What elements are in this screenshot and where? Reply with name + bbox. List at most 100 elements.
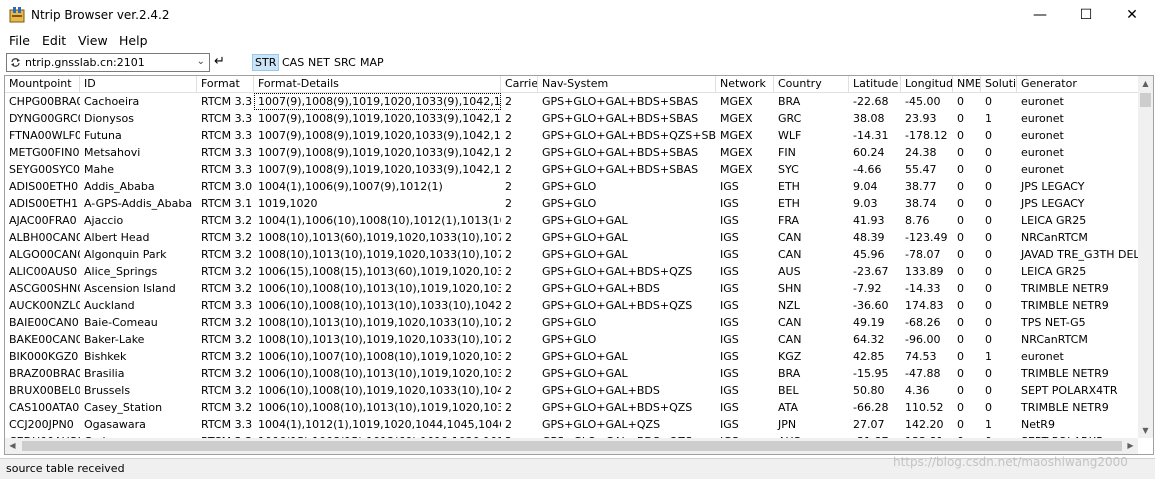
cell-country[interactable]: AUS [774, 263, 849, 280]
cell-id[interactable]: Ogasawara [80, 416, 197, 433]
cell-format-details[interactable]: 1006(10),1008(10),1013(10),1019,1020,103… [254, 280, 501, 297]
cell-solution[interactable]: 0 [981, 246, 1017, 263]
cell-latitude[interactable]: 50.80 [849, 382, 901, 399]
cell-generator[interactable]: TRIMBLE NETR9 [1017, 365, 1140, 382]
cell-country[interactable]: ATA [774, 399, 849, 416]
cell-longitude[interactable]: -123.49 [901, 229, 953, 246]
cell-carrier[interactable]: 2 [501, 280, 538, 297]
table-row[interactable]: BRAZ00BRA0 Brasilia RTCM 3.2 1006(10),1008(… [5, 365, 1140, 382]
cell-longitude[interactable]: -78.07 [901, 246, 953, 263]
cell-longitude[interactable]: -14.33 [901, 280, 953, 297]
cell-carrier[interactable]: 2 [501, 195, 538, 212]
cell-latitude[interactable]: -4.66 [849, 161, 901, 178]
cell-format[interactable]: RTCM 3.3 [197, 416, 254, 433]
cell-nmea[interactable]: 0 [953, 195, 981, 212]
cell-country[interactable]: CAN [774, 229, 849, 246]
cell-mountpoint[interactable]: ALBH00CAN0 [5, 229, 80, 246]
column-header-country[interactable]: Country [774, 76, 849, 92]
cell-mountpoint[interactable]: METG00FIN0 [5, 144, 80, 161]
cell-network[interactable]: IGS [716, 297, 774, 314]
cell-id[interactable]: Futuna [80, 127, 197, 144]
menu-view[interactable]: View [78, 33, 108, 48]
cell-solution[interactable]: 0 [981, 399, 1017, 416]
cell-longitude[interactable]: -96.00 [901, 331, 953, 348]
menu-file[interactable]: File [9, 33, 30, 48]
table-row[interactable]: METG00FIN0 Metsahovi RTCM 3.3 1007(9),1008(… [5, 144, 1140, 161]
cell-format[interactable]: RTCM 3.2 [197, 382, 254, 399]
cell-carrier[interactable]: 2 [501, 127, 538, 144]
cell-network[interactable]: MGEX [716, 110, 774, 127]
cell-carrier[interactable]: 2 [501, 144, 538, 161]
column-header-network[interactable]: Network [716, 76, 774, 92]
cell-mountpoint[interactable]: CAS100ATA0 [5, 399, 80, 416]
cell-id[interactable]: Mahe [80, 161, 197, 178]
table-row[interactable]: BAIE00CAN0 Baie-Comeau RTCM 3.2 1008(10),10… [5, 314, 1140, 331]
cell-generator[interactable]: NRCanRTCM [1017, 229, 1140, 246]
cell-format[interactable]: RTCM 3.3 [197, 161, 254, 178]
horizontal-scroll-thumb[interactable] [22, 441, 1122, 451]
cell-carrier[interactable]: 2 [501, 246, 538, 263]
cell-format-details[interactable]: 1006(10),1008(10),1013(10),1019,1020,103… [254, 365, 501, 382]
source-table[interactable]: MountpointIDFormatFormat-DetailsCarrierN… [4, 75, 1154, 455]
cell-longitude[interactable]: 23.93 [901, 110, 953, 127]
cell-format-details[interactable]: 1004(1),1006(9),1007(9),1012(1) [254, 178, 501, 195]
cell-format-details[interactable]: 1007(9),1008(9),1019,1020,1033(9),1042,1… [254, 110, 501, 127]
cell-nav-system[interactable]: GPS+GLO+GAL [538, 212, 716, 229]
table-row[interactable]: BRUX00BEL0 Brussels RTCM 3.2 1006(10),1008(… [5, 382, 1140, 399]
cell-id[interactable]: Brussels [80, 382, 197, 399]
cell-format[interactable]: RTCM 3.3 [197, 127, 254, 144]
cell-nmea[interactable]: 0 [953, 229, 981, 246]
cell-longitude[interactable]: -178.12 [901, 127, 953, 144]
cell-carrier[interactable]: 2 [501, 93, 538, 110]
cell-nmea[interactable]: 0 [953, 127, 981, 144]
cell-mountpoint[interactable]: ASCG00SHN0 [5, 280, 80, 297]
cell-generator[interactable]: euronet [1017, 127, 1140, 144]
cell-latitude[interactable]: 9.04 [849, 178, 901, 195]
cell-latitude[interactable]: 48.39 [849, 229, 901, 246]
table-row[interactable]: ALGO00CAN0 Algonquin Park RTCM 3.2 1008(10)… [5, 246, 1140, 263]
column-header-mountpoint[interactable]: Mountpoint [5, 76, 80, 92]
cell-mountpoint[interactable]: FTNA00WLF0 [5, 127, 80, 144]
cell-latitude[interactable]: -15.95 [849, 365, 901, 382]
cell-format[interactable]: RTCM 3.2 [197, 280, 254, 297]
caster-address[interactable]: ntrip.gnsslab.cn:2101 [25, 56, 145, 69]
cell-generator[interactable]: NetR9 [1017, 416, 1140, 433]
cell-solution[interactable]: 0 [981, 382, 1017, 399]
cell-mountpoint[interactable]: AJAC00FRA0 [5, 212, 80, 229]
cell-nav-system[interactable]: GPS+GLO [538, 195, 716, 212]
cell-country[interactable]: SHN [774, 280, 849, 297]
cell-format[interactable]: RTCM 3.3 [197, 144, 254, 161]
cell-nav-system[interactable]: GPS+GLO+GAL+BDS [538, 280, 716, 297]
cell-network[interactable]: IGS [716, 348, 774, 365]
cell-generator[interactable]: euronet [1017, 144, 1140, 161]
cell-latitude[interactable]: -22.68 [849, 93, 901, 110]
cell-solution[interactable]: 0 [981, 144, 1017, 161]
cell-nmea[interactable]: 0 [953, 246, 981, 263]
cell-format-details[interactable]: 1006(15),1008(15),1013(60),1019,1020,103… [254, 263, 501, 280]
cell-nav-system[interactable]: GPS+GLO+GAL+BDS+QZS [538, 263, 716, 280]
cell-format-details[interactable]: 1004(1),1006(10),1008(10),1012(1),1013(1… [254, 212, 501, 229]
cas-button[interactable]: CAS [280, 54, 306, 71]
cell-format[interactable]: RTCM 3.2 [197, 348, 254, 365]
table-row[interactable]: FTNA00WLF0 Futuna RTCM 3.3 1007(9),1008(9),… [5, 127, 1140, 144]
cell-network[interactable]: IGS [716, 178, 774, 195]
cell-latitude[interactable]: 41.93 [849, 212, 901, 229]
cell-latitude[interactable]: 49.19 [849, 314, 901, 331]
scroll-up-icon[interactable]: ▲ [1138, 76, 1153, 91]
cell-mountpoint[interactable]: ALGO00CAN0 [5, 246, 80, 263]
cell-solution[interactable]: 0 [981, 161, 1017, 178]
cell-carrier[interactable]: 2 [501, 365, 538, 382]
cell-country[interactable]: WLF [774, 127, 849, 144]
cell-id[interactable]: Ascension Island [80, 280, 197, 297]
menu-edit[interactable]: Edit [42, 33, 66, 48]
cell-format[interactable]: RTCM 3.2 [197, 399, 254, 416]
cell-mountpoint[interactable]: BRAZ00BRA0 [5, 365, 80, 382]
cell-latitude[interactable]: -14.31 [849, 127, 901, 144]
cell-format-details[interactable]: 1008(10),1013(60),1019,1020,1033(10),107… [254, 229, 501, 246]
cell-country[interactable]: KGZ [774, 348, 849, 365]
cell-nmea[interactable]: 0 [953, 263, 981, 280]
cell-country[interactable]: BRA [774, 93, 849, 110]
cell-longitude[interactable]: 133.89 [901, 263, 953, 280]
cell-country[interactable]: ETH [774, 195, 849, 212]
cell-generator[interactable]: TPS NET-G5 [1017, 314, 1140, 331]
